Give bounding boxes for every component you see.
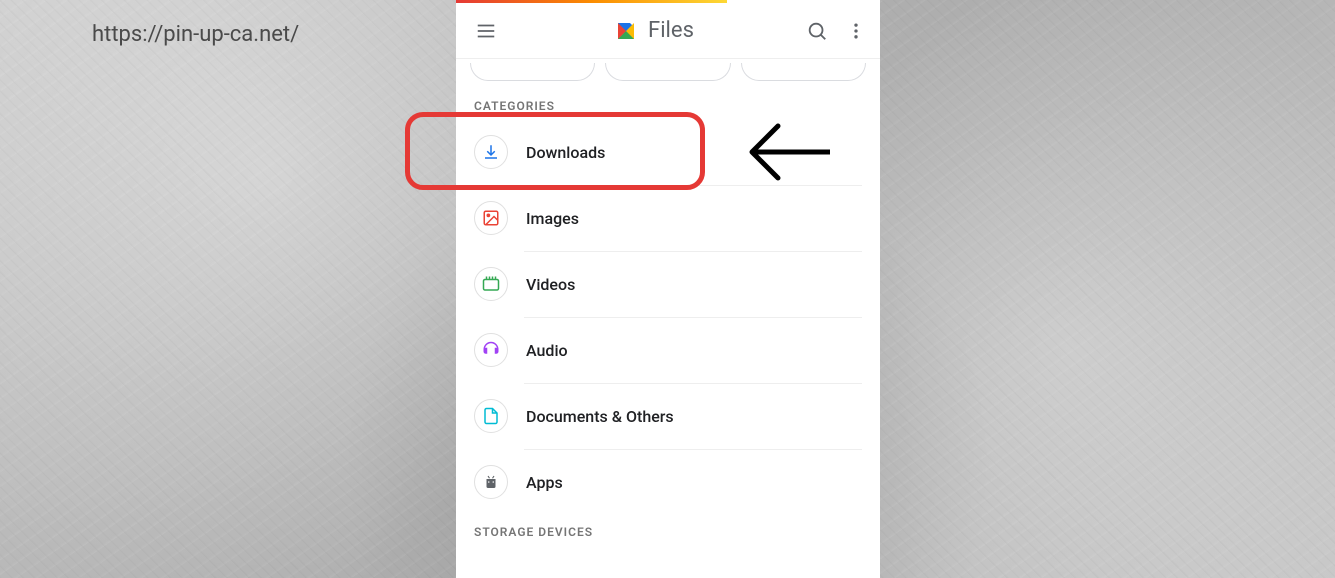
document-icon-wrap [474,399,508,433]
download-icon-wrap [474,135,508,169]
category-item-documents[interactable]: Documents & Others [456,383,880,449]
category-label: Downloads [526,143,605,162]
image-icon-wrap [474,201,508,235]
filter-chip[interactable] [605,63,730,81]
filter-chip[interactable] [470,63,595,81]
app-title: Files [648,18,694,43]
audio-icon-wrap [474,333,508,367]
app-header: Files [456,3,880,59]
hamburger-menu-button[interactable] [470,15,502,47]
category-label: Documents & Others [526,407,674,426]
category-label: Apps [526,473,563,492]
storage-section-header: Storage Devices [456,517,880,543]
categories-section-header: Categories [456,91,880,117]
image-icon [482,209,500,227]
category-list: Downloads Images Videos [456,117,880,517]
category-label: Videos [526,275,575,294]
category-item-audio[interactable]: Audio [456,317,880,383]
url-overlay-text: https://pin-up-ca.net/ [92,22,299,47]
category-label: Audio [526,341,568,360]
android-icon [482,473,500,491]
filter-chips-row [456,59,880,91]
header-title-group: Files [502,18,806,43]
download-icon [482,143,500,161]
document-icon [482,407,500,425]
filter-chip[interactable] [741,63,866,81]
category-item-downloads[interactable]: Downloads [456,119,880,185]
video-icon [482,275,500,293]
search-button[interactable] [806,20,828,42]
hamburger-icon [475,20,497,42]
headphones-icon [482,341,500,359]
video-icon-wrap [474,267,508,301]
more-vert-icon [846,21,866,41]
apps-icon-wrap [474,465,508,499]
overflow-menu-button[interactable] [846,21,866,41]
category-label: Images [526,209,579,228]
category-item-images[interactable]: Images [456,185,880,251]
search-icon [806,20,828,42]
phone-screenshot: Files Categories [456,0,880,578]
category-item-videos[interactable]: Videos [456,251,880,317]
files-app-logo-icon [614,19,638,43]
category-item-apps[interactable]: Apps [456,449,880,515]
